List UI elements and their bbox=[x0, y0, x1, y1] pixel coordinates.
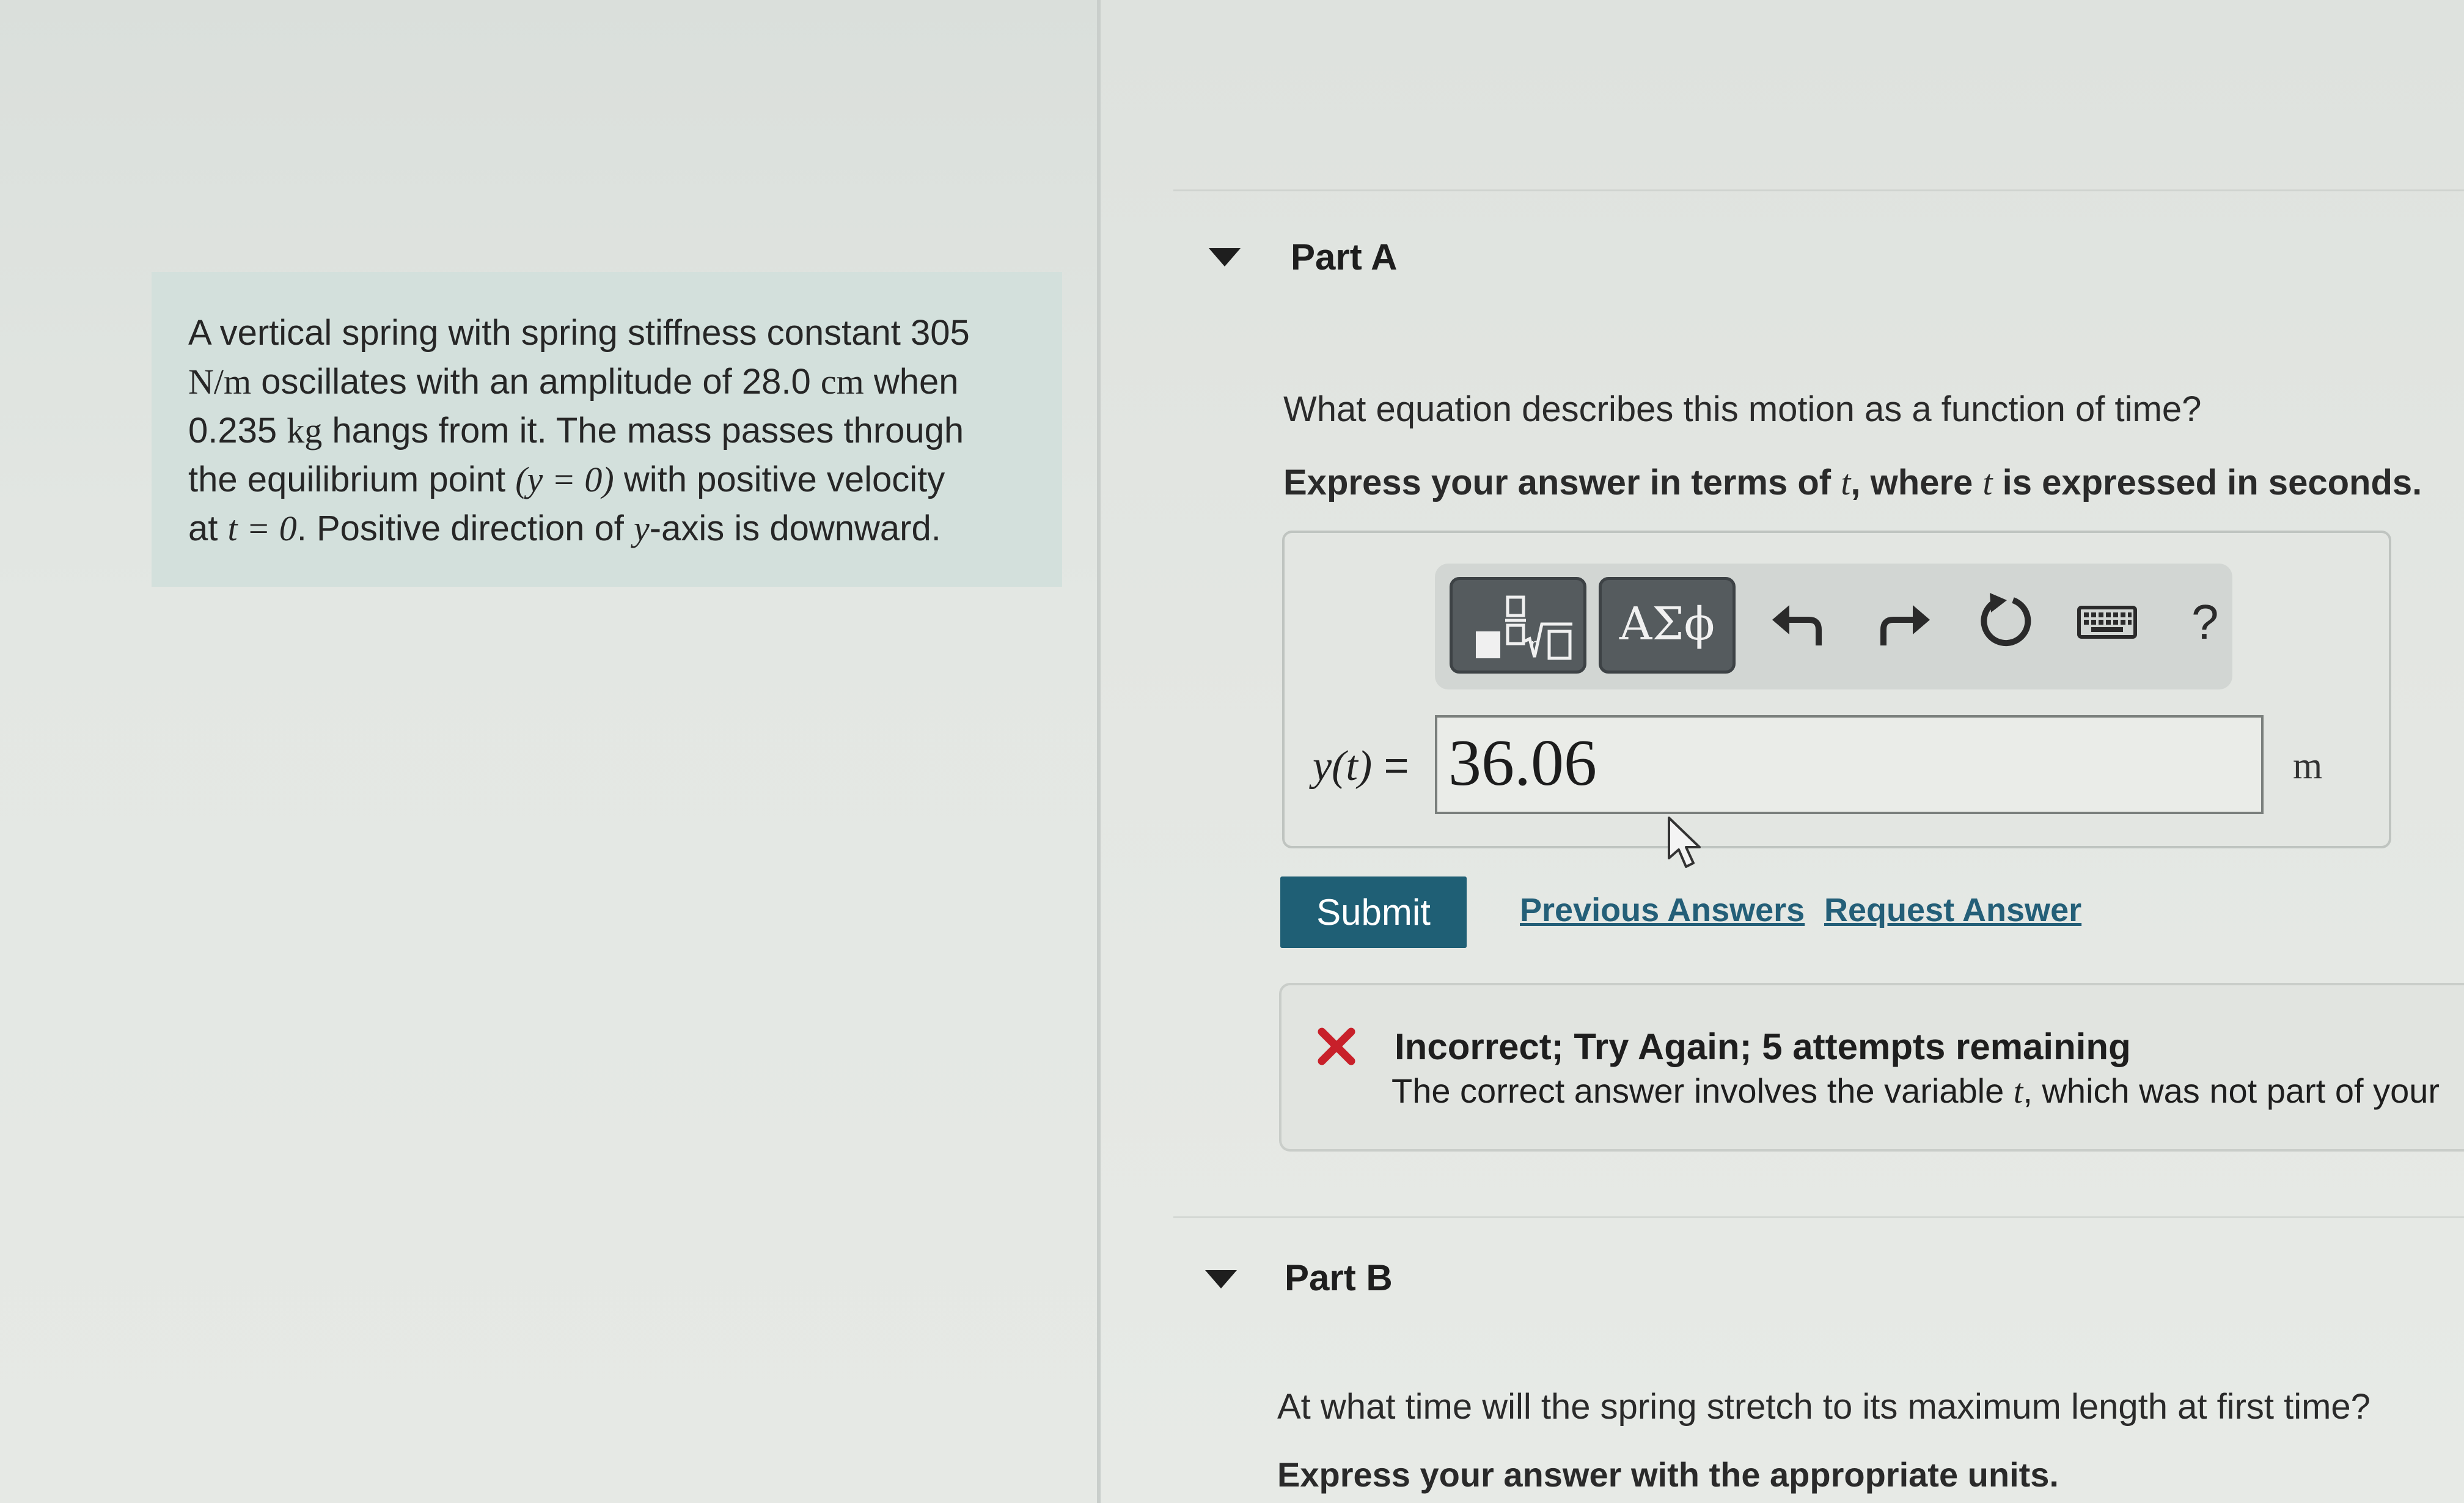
problem-statement: A vertical spring with spring stiffness … bbox=[152, 272, 1062, 587]
part-a-question: What equation describes this motion as a… bbox=[1283, 389, 2202, 429]
problem-pane bbox=[0, 0, 1097, 1503]
part-b-title[interactable]: Part B bbox=[1285, 1257, 1393, 1299]
problem-text: when bbox=[864, 362, 959, 402]
instruction-text: is expressed in seconds. bbox=[1992, 463, 2422, 502]
problem-text: -axis is downward. bbox=[649, 509, 941, 548]
unit-text: kg bbox=[287, 411, 323, 450]
collapse-caret-icon[interactable] bbox=[1205, 1270, 1237, 1288]
answer-variable: y(t) bbox=[1313, 743, 1373, 790]
divider bbox=[1173, 189, 2464, 191]
symbols-button[interactable]: ΑΣϕ bbox=[1599, 577, 1736, 674]
unit-label: m bbox=[2293, 745, 2323, 787]
feedback-text: , which was not part of your bbox=[2023, 1071, 2440, 1110]
unit-text: N/m bbox=[188, 362, 252, 402]
problem-text: with positive velocity bbox=[614, 460, 945, 499]
part-a-instruction: Express your answer in terms of t, where… bbox=[1283, 462, 2422, 503]
divider bbox=[1173, 1216, 2464, 1218]
problem-line: at t = 0. Positive direction of y-axis i… bbox=[188, 504, 1025, 553]
unit-text: cm bbox=[820, 362, 864, 402]
part-a-title[interactable]: Part A bbox=[1291, 236, 1398, 278]
math-toolbar: n ΑΣϕ ? bbox=[1435, 564, 2232, 689]
svg-text:n: n bbox=[1531, 637, 1539, 652]
math-variable: y bbox=[634, 509, 650, 548]
answer-label: y(t) = bbox=[1313, 741, 1409, 791]
instruction-text: Express your answer in terms of bbox=[1283, 463, 1841, 502]
problem-line: the equilibrium point (y = 0) with posit… bbox=[188, 455, 1025, 504]
templates-button[interactable]: n bbox=[1450, 577, 1586, 674]
math-expression: t = 0 bbox=[227, 509, 297, 548]
equals-sign: = bbox=[1372, 741, 1409, 789]
undo-icon[interactable] bbox=[1765, 588, 1832, 655]
problem-line: 0.235 kg hangs from it. The mass passes … bbox=[188, 406, 1025, 455]
collapse-caret-icon[interactable] bbox=[1209, 248, 1241, 266]
mouse-cursor-icon bbox=[1668, 817, 1701, 868]
problem-line: N/m oscillates with an amplitude of 28.0… bbox=[188, 358, 1025, 406]
previous-answers-link[interactable]: Previous Answers bbox=[1520, 891, 1805, 929]
problem-text: the equilibrium point bbox=[188, 460, 516, 499]
feedback-detail: The correct answer involves the variable… bbox=[1392, 1071, 2440, 1111]
problem-text: 0.235 bbox=[188, 411, 287, 450]
incorrect-x-icon bbox=[1318, 1027, 1355, 1065]
templates-icon: n bbox=[1476, 595, 1572, 660]
submit-button[interactable]: Submit bbox=[1280, 876, 1467, 948]
help-button[interactable]: ? bbox=[2191, 594, 2219, 650]
keyboard-icon[interactable] bbox=[2070, 588, 2144, 655]
instruction-text: , where bbox=[1850, 463, 1983, 502]
problem-text: at bbox=[188, 509, 228, 548]
math-variable: t bbox=[2013, 1073, 2023, 1111]
problem-text: A vertical spring with spring stiffness … bbox=[188, 313, 970, 353]
answer-input[interactable]: 36.06 bbox=[1435, 715, 2264, 814]
problem-text: . Positive direction of bbox=[296, 509, 634, 548]
redo-icon[interactable] bbox=[1870, 588, 1937, 655]
reset-icon[interactable] bbox=[1971, 588, 2039, 655]
problem-line: A vertical spring with spring stiffness … bbox=[188, 309, 1025, 358]
math-variable: t bbox=[1982, 463, 1993, 502]
math-expression: (y = 0) bbox=[515, 460, 614, 499]
part-b-instruction: Express your answer with the appropriate… bbox=[1277, 1455, 2059, 1494]
problem-text: oscillates with an amplitude of 28.0 bbox=[251, 362, 821, 402]
math-variable: t bbox=[1841, 463, 1851, 502]
request-answer-link[interactable]: Request Answer bbox=[1824, 891, 2081, 929]
problem-text: hangs from it. The mass passes through bbox=[322, 411, 964, 450]
feedback-title: Incorrect; Try Again; 5 attempts remaini… bbox=[1395, 1026, 2131, 1067]
part-b-question: At what time will the spring stretch to … bbox=[1277, 1387, 2370, 1427]
feedback-text: The correct answer involves the variable bbox=[1392, 1071, 2014, 1110]
